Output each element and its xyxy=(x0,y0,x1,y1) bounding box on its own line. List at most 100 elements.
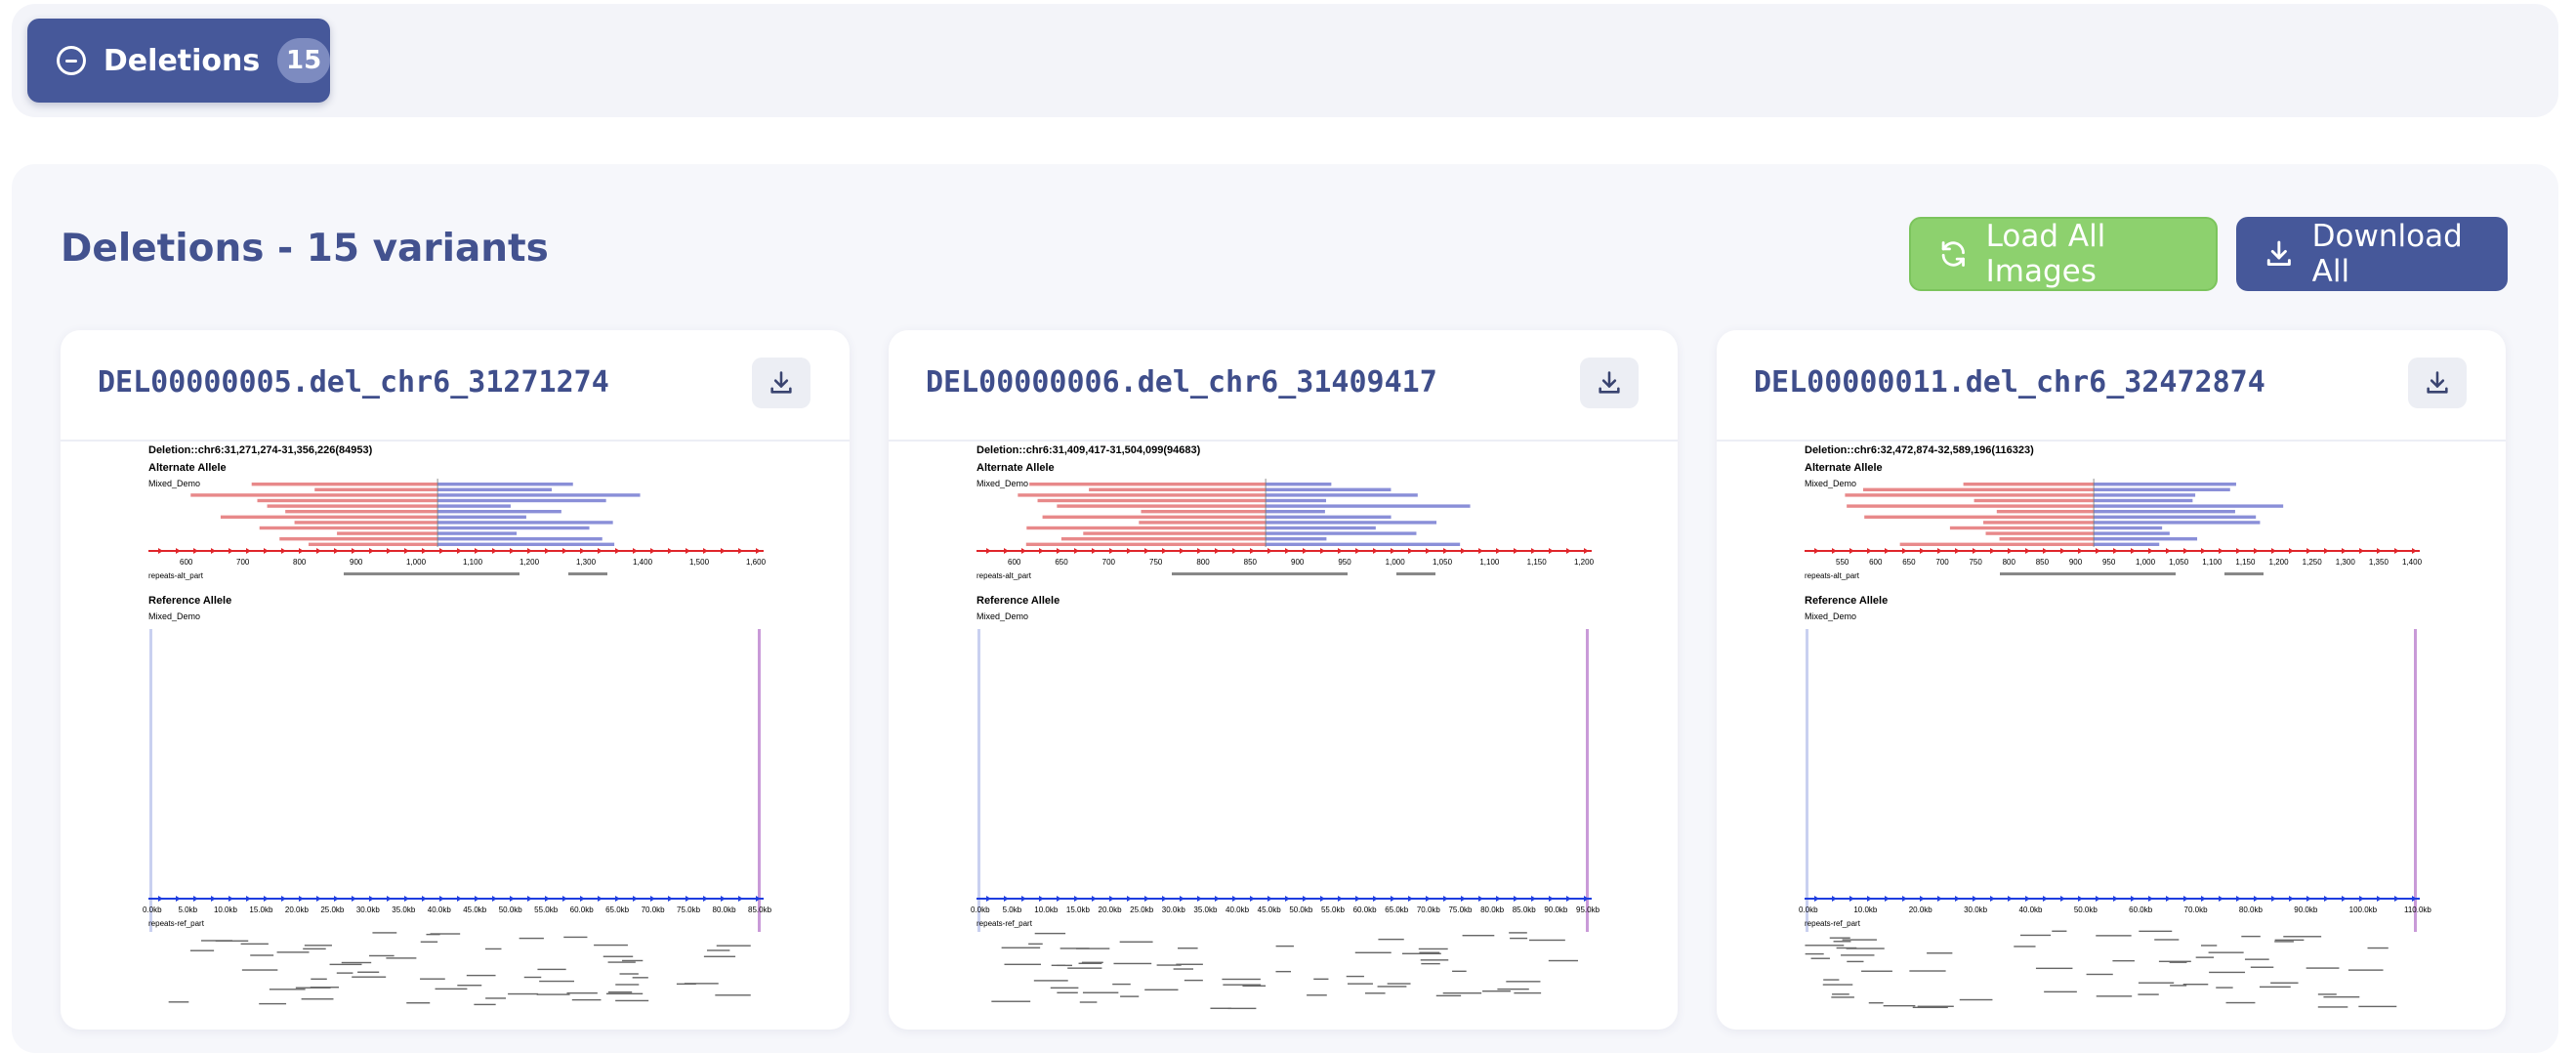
download-icon xyxy=(2266,240,2291,267)
strand-arrow xyxy=(439,548,444,554)
alt-tick-label: 750 xyxy=(1969,558,1982,567)
strand-arrow xyxy=(721,896,726,902)
ref-tick-label: 80.0kb xyxy=(2239,906,2264,914)
alt-tick-label: 1,250 xyxy=(2303,558,2323,567)
strand-arrow xyxy=(2043,548,2048,554)
repeat-feature xyxy=(341,961,372,964)
repeat-feature xyxy=(2138,982,2175,984)
strand-arrow xyxy=(1021,548,1026,554)
strand-arrow xyxy=(545,896,550,902)
alt-tick-label: 950 xyxy=(1338,558,1351,567)
refresh-icon xyxy=(1941,241,1965,267)
deletions-toggle-button[interactable]: Deletions 15 xyxy=(27,19,330,103)
card-download-button[interactable] xyxy=(1580,358,1639,408)
repeat-feature xyxy=(1378,938,1404,941)
repeat-feature xyxy=(189,949,215,951)
strand-arrow xyxy=(738,548,743,554)
alt-read xyxy=(1845,493,2095,497)
download-icon xyxy=(2427,371,2448,394)
alt-read xyxy=(1266,521,1437,525)
alt-read xyxy=(1266,526,1376,530)
strand-arrow xyxy=(633,896,638,902)
alt-read xyxy=(2094,487,2230,491)
repeat-feature xyxy=(1223,984,1262,986)
strand-arrow xyxy=(1057,548,1061,554)
download-all-button[interactable]: Download All xyxy=(2236,217,2508,291)
card-title: DEL00000006.del_chr6_31409417 xyxy=(926,365,1437,400)
card-download-button[interactable] xyxy=(752,358,810,408)
strand-arrow xyxy=(475,896,479,902)
alt-read xyxy=(1057,504,1267,508)
repeat-feature xyxy=(703,955,736,957)
strand-arrow xyxy=(756,548,761,554)
strand-arrow xyxy=(1408,548,1413,554)
strand-arrow xyxy=(2183,896,2188,902)
repeat-feature xyxy=(594,944,628,947)
strand-arrow xyxy=(281,548,286,554)
section-toggle-bar xyxy=(12,4,2558,117)
repeat-feature xyxy=(2216,987,2233,989)
alt-read xyxy=(2094,531,2170,535)
strand-arrow xyxy=(1004,548,1009,554)
strand-arrow xyxy=(1461,896,1466,902)
repeat-feature xyxy=(215,940,249,942)
card-download-button[interactable] xyxy=(2408,358,2467,408)
strand-arrow xyxy=(562,896,567,902)
repeat-feature xyxy=(466,974,496,977)
strand-arrow xyxy=(2131,548,2136,554)
repeat-feature xyxy=(1364,992,1386,994)
alt-read xyxy=(267,504,438,508)
ref-tick-label: 10.0kb xyxy=(1853,906,1878,914)
alt-read xyxy=(437,498,606,503)
strand-arrow xyxy=(1250,896,1255,902)
sample-label: Mixed_Demo xyxy=(148,479,200,488)
repeat-feature xyxy=(2169,961,2187,963)
sample-label: Mixed_Demo xyxy=(148,611,200,621)
strand-arrow xyxy=(1215,896,1220,902)
repeat-feature xyxy=(303,948,326,950)
alt-tick-label: 650 xyxy=(1055,558,1068,567)
strand-arrow xyxy=(1584,548,1589,554)
strand-arrow xyxy=(1004,896,1009,902)
ref-tick-label: 40.0kb xyxy=(428,906,452,914)
alt-read xyxy=(437,521,613,525)
repeat-feature xyxy=(1184,979,1203,982)
strand-arrow xyxy=(650,548,655,554)
repeat-feature xyxy=(2317,993,2337,995)
repeat-feature xyxy=(716,945,751,947)
strand-arrow xyxy=(1391,548,1395,554)
repeat-feature xyxy=(168,1001,189,1003)
card-header: DEL00000006.del_chr6_31409417 xyxy=(889,330,1678,442)
repeat-feature xyxy=(1396,572,1435,575)
alt-read xyxy=(2094,510,2235,514)
repeat-feature xyxy=(1354,951,1392,953)
strand-arrow xyxy=(686,548,690,554)
strand-arrow xyxy=(1549,896,1554,902)
strand-arrow xyxy=(475,548,479,554)
repeat-feature xyxy=(602,955,634,957)
strand-arrow xyxy=(2201,896,2206,902)
strand-arrow xyxy=(615,548,620,554)
repeat-feature xyxy=(1222,978,1261,981)
ref-tick-label: 50.0kb xyxy=(499,906,523,914)
repeat-feature xyxy=(420,978,445,980)
strand-arrow xyxy=(2201,548,2206,554)
strand-arrow xyxy=(211,896,216,902)
alt-tick-label: 1,600 xyxy=(746,558,767,567)
ref-tick-label: 50.0kb xyxy=(1289,906,1313,914)
download-icon xyxy=(770,371,792,394)
strand-arrow xyxy=(404,548,409,554)
repeat-feature xyxy=(484,948,502,950)
load-all-images-button[interactable]: Load All Images xyxy=(1909,217,2218,291)
strand-arrow xyxy=(1373,548,1378,554)
strand-arrow xyxy=(387,548,392,554)
strand-arrow xyxy=(281,896,286,902)
alt-read xyxy=(437,537,602,541)
alt-read xyxy=(2094,504,2284,508)
strand-arrow xyxy=(1566,896,1571,902)
repeat-feature xyxy=(352,976,387,978)
strand-arrow xyxy=(334,896,339,902)
strand-arrow xyxy=(246,548,251,554)
alt-read xyxy=(437,531,518,535)
alt-read xyxy=(2094,493,2196,497)
